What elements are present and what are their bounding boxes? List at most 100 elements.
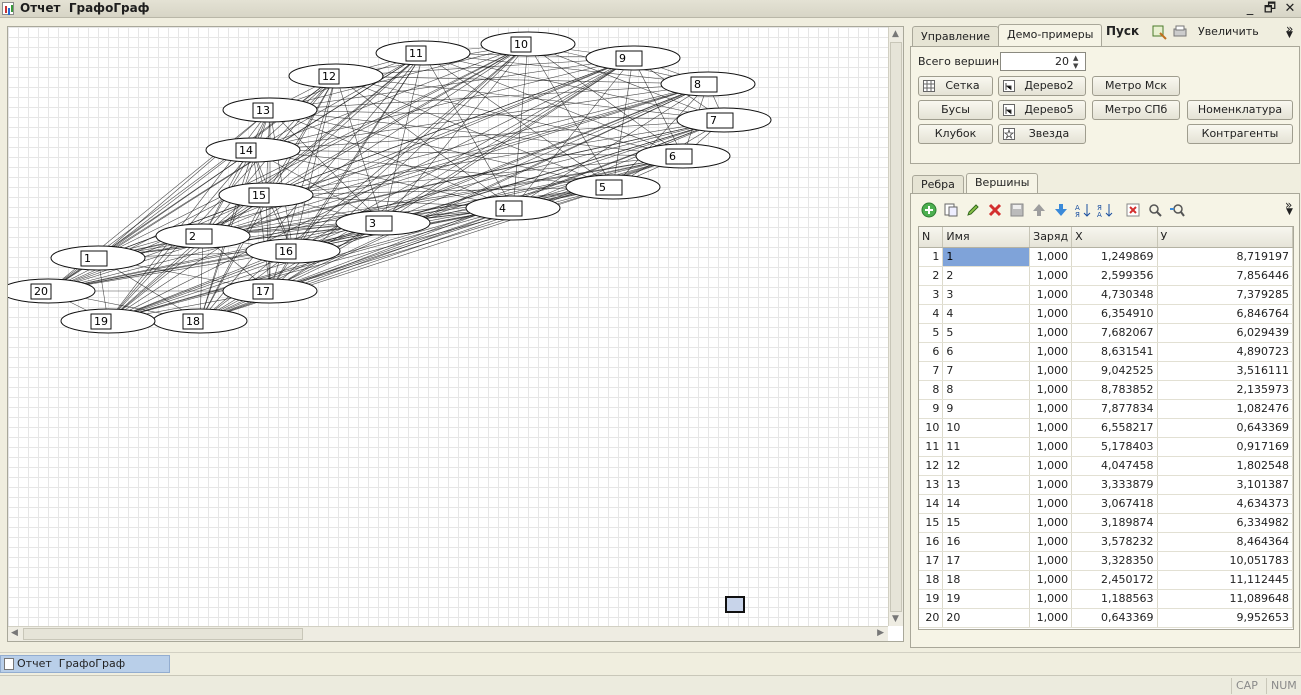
table-row[interactable]: 12 12 1,000 4,047458 1,802548	[919, 456, 1293, 476]
cell-x[interactable]: 4,047458	[1071, 456, 1158, 476]
close-button[interactable]: ✕	[1280, 0, 1300, 18]
row-number[interactable]: 7	[919, 361, 944, 381]
metro-spb-button[interactable]: Метро СПб	[1092, 100, 1180, 120]
row-number[interactable]: 19	[919, 589, 944, 609]
row-number[interactable]: 13	[919, 475, 944, 495]
graph-vertex-10[interactable]: 10	[480, 31, 576, 57]
cell-x[interactable]: 8,631541	[1071, 342, 1158, 362]
cell-y[interactable]: 3,516111	[1157, 361, 1293, 381]
graph-vertex-5[interactable]: 5	[565, 174, 661, 200]
vertical-scrollbar[interactable]: ▲ ▼	[888, 27, 903, 626]
cell-y[interactable]: 3,101387	[1157, 475, 1293, 495]
stepper-down-icon[interactable]: ▼	[1073, 62, 1083, 70]
save-icon[interactable]	[1009, 202, 1025, 218]
tree2-button[interactable]: Дерево2	[998, 76, 1086, 96]
row-number[interactable]: 2	[919, 266, 944, 286]
cell-y[interactable]: 1,802548	[1157, 456, 1293, 476]
cell-y[interactable]: 9,952653	[1157, 608, 1293, 628]
table-row[interactable]: 6 6 1,000 8,631541 4,890723	[919, 342, 1293, 362]
cell-charge[interactable]: 1,000	[1029, 570, 1073, 590]
graph-vertex-19[interactable]: 19	[60, 308, 156, 334]
cell-charge[interactable]: 1,000	[1029, 323, 1073, 343]
cell-y[interactable]: 10,051783	[1157, 551, 1293, 571]
cell-x[interactable]: 7,877834	[1071, 399, 1158, 419]
graph-vertex-11[interactable]: 11	[375, 40, 471, 66]
cell-name[interactable]: 19	[942, 589, 1031, 609]
cell-charge[interactable]: 1,000	[1029, 285, 1073, 305]
nomenclature-button[interactable]: Номенклатура	[1187, 100, 1293, 120]
sort-ascending-icon[interactable]: AЯ	[1075, 202, 1091, 218]
tab-vertices[interactable]: Вершины	[966, 173, 1039, 194]
graph-vertex-13[interactable]: 13	[222, 97, 318, 123]
cell-x[interactable]: 6,354910	[1071, 304, 1158, 324]
column-header-name[interactable]: Имя	[942, 227, 1031, 248]
horizontal-scrollbar[interactable]: ◀ ▶	[8, 626, 888, 641]
row-number[interactable]: 3	[919, 285, 944, 305]
cell-x[interactable]: 8,783852	[1071, 380, 1158, 400]
row-number[interactable]: 10	[919, 418, 944, 438]
restore-button[interactable]: 🗗	[1260, 0, 1280, 18]
cell-charge[interactable]: 1,000	[1029, 437, 1073, 457]
cell-y[interactable]: 4,890723	[1157, 342, 1293, 362]
find-icon[interactable]	[1147, 202, 1163, 218]
row-number[interactable]: 4	[919, 304, 944, 324]
table-row[interactable]: 16 16 1,000 3,578232 8,464364	[919, 532, 1293, 552]
column-header-n[interactable]: N	[919, 227, 944, 248]
table-row[interactable]: 4 4 1,000 6,354910 6,846764	[919, 304, 1293, 324]
cell-x[interactable]: 9,042525	[1071, 361, 1158, 381]
table-row[interactable]: 19 19 1,000 1,188563 11,089648	[919, 589, 1293, 609]
table-row[interactable]: 14 14 1,000 3,067418 4,634373	[919, 494, 1293, 514]
cell-name[interactable]: 9	[942, 399, 1031, 419]
scroll-left-icon[interactable]: ◀	[11, 628, 18, 638]
cell-charge[interactable]: 1,000	[1029, 418, 1073, 438]
cell-y[interactable]: 6,029439	[1157, 323, 1293, 343]
cell-name[interactable]: 16	[942, 532, 1031, 552]
cell-y[interactable]: 8,719197	[1157, 247, 1293, 267]
total-vertices-value[interactable]: 20	[1055, 55, 1069, 68]
graph-drawing[interactable]: 1234567891011121314151617181920	[8, 27, 888, 626]
contractors-button[interactable]: Контрагенты	[1187, 124, 1293, 144]
row-number[interactable]: 8	[919, 380, 944, 400]
table-row[interactable]: 15 15 1,000 3,189874 6,334982	[919, 513, 1293, 533]
cell-name[interactable]: 20	[942, 608, 1031, 628]
cell-charge[interactable]: 1,000	[1029, 513, 1073, 533]
table-row[interactable]: 3 3 1,000 4,730348 7,379285	[919, 285, 1293, 305]
metro-msk-button[interactable]: Метро Мск	[1092, 76, 1180, 96]
cell-name[interactable]: 4	[942, 304, 1031, 324]
graph-vertex-6[interactable]: 6	[635, 143, 731, 169]
cell-name[interactable]: 18	[942, 570, 1031, 590]
cell-y[interactable]: 0,917169	[1157, 437, 1293, 457]
row-number[interactable]: 14	[919, 494, 944, 514]
scroll-right-icon[interactable]: ▶	[877, 628, 884, 638]
table-row[interactable]: 20 20 1,000 0,643369 9,952653	[919, 608, 1293, 628]
start-button[interactable]: Пуск	[1106, 24, 1139, 38]
cell-name[interactable]: 12	[942, 456, 1031, 476]
cell-x[interactable]: 5,178403	[1071, 437, 1158, 457]
cell-x[interactable]: 1,249869	[1071, 247, 1158, 267]
horizontal-scroll-thumb[interactable]	[23, 628, 303, 640]
find-next-icon[interactable]	[1169, 202, 1185, 218]
row-number[interactable]: 20	[919, 608, 944, 628]
cell-charge[interactable]: 1,000	[1029, 475, 1073, 495]
row-number[interactable]: 9	[919, 399, 944, 419]
graph-vertex-14[interactable]: 14	[205, 137, 301, 163]
cell-x[interactable]: 3,189874	[1071, 513, 1158, 533]
cell-y[interactable]: 4,634373	[1157, 494, 1293, 514]
graph-vertex-7[interactable]: 7	[676, 107, 772, 133]
move-down-icon[interactable]	[1053, 202, 1069, 218]
cell-x[interactable]: 4,730348	[1071, 285, 1158, 305]
copy-icon[interactable]	[943, 202, 959, 218]
graph-vertex-4[interactable]: 4	[465, 195, 561, 221]
row-number[interactable]: 11	[919, 437, 944, 457]
cell-charge[interactable]: 1,000	[1029, 380, 1073, 400]
graph-vertex-2[interactable]: 2	[155, 223, 251, 249]
cell-name[interactable]: 2	[942, 266, 1031, 286]
print-icon[interactable]	[1172, 24, 1188, 40]
cell-y[interactable]: 7,379285	[1157, 285, 1293, 305]
cell-name[interactable]: 3	[942, 285, 1031, 305]
cell-name[interactable]: 5	[942, 323, 1031, 343]
cell-x[interactable]: 1,188563	[1071, 589, 1158, 609]
table-row[interactable]: 11 11 1,000 5,178403 0,917169	[919, 437, 1293, 457]
cell-x[interactable]: 6,558217	[1071, 418, 1158, 438]
graph-vertex-1[interactable]: 1	[50, 245, 146, 271]
